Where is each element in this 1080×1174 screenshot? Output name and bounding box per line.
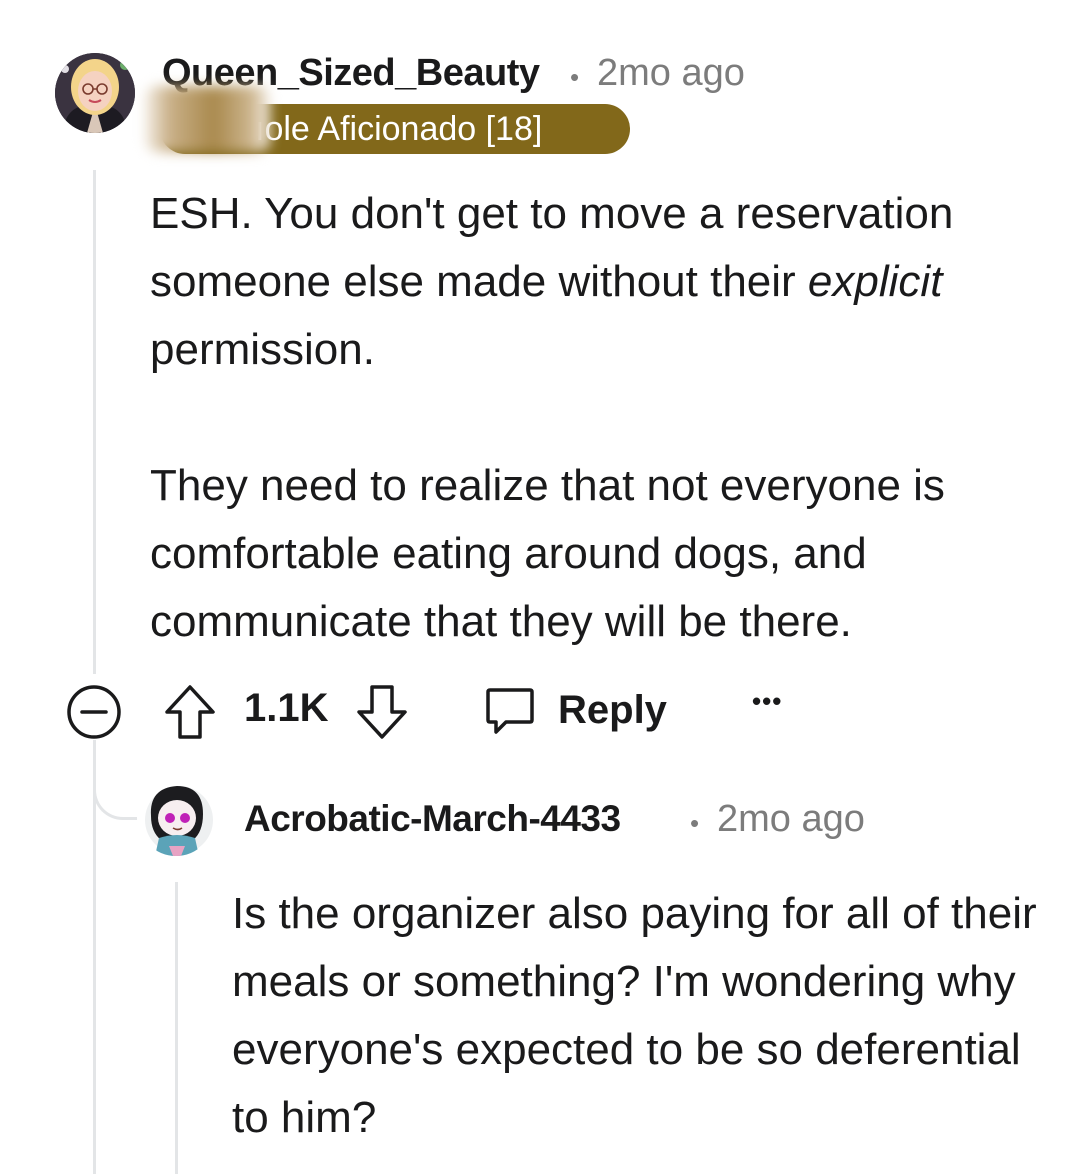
more-options-icon: ••• bbox=[752, 686, 783, 716]
comment-paragraph: Is the organizer also paying for all of … bbox=[232, 889, 1037, 1142]
comment-body: ESH. You don't get to move a reservation… bbox=[150, 180, 1050, 656]
more-options-button[interactable]: ••• bbox=[752, 686, 782, 717]
redaction-blur bbox=[145, 86, 270, 152]
avatar[interactable] bbox=[55, 53, 135, 133]
thread-line[interactable] bbox=[93, 170, 96, 674]
user-avatar-image bbox=[137, 776, 215, 856]
emphasis-text: explicit bbox=[807, 257, 943, 306]
downvote-arrow-icon bbox=[357, 685, 407, 739]
text-run: permission. bbox=[150, 325, 375, 374]
upvote-arrow-icon bbox=[165, 685, 215, 739]
thread-line[interactable] bbox=[93, 740, 96, 1174]
reply-connector bbox=[93, 740, 143, 820]
chat-bubble-icon bbox=[486, 688, 534, 734]
flair-label: ıole Aficionado [18] bbox=[255, 110, 543, 148]
downvote-button[interactable] bbox=[354, 682, 410, 742]
collapse-button[interactable] bbox=[66, 684, 122, 740]
separator-dot: • bbox=[570, 62, 580, 92]
avatar[interactable] bbox=[137, 776, 215, 856]
comment-action-bar: 1.1K Reply ••• bbox=[66, 680, 826, 742]
timestamp[interactable]: 2mo ago bbox=[597, 52, 745, 95]
vote-count: 1.1K bbox=[244, 686, 329, 731]
vote-count-text: 1.1K bbox=[244, 686, 329, 730]
upvote-button[interactable] bbox=[162, 682, 218, 742]
comment-paragraph: They need to realize that not everyone i… bbox=[150, 461, 945, 646]
collapse-icon bbox=[67, 685, 121, 739]
username[interactable]: Acrobatic-March-4433 bbox=[244, 798, 621, 840]
reply-label: Reply bbox=[558, 687, 667, 732]
user-avatar-image bbox=[55, 53, 135, 133]
comment-paragraph: ESH. You don't get to move a reservation… bbox=[150, 180, 1050, 384]
separator-dot: • bbox=[690, 808, 700, 838]
reply-thread-line[interactable] bbox=[175, 882, 178, 1174]
reply-button[interactable]: Reply bbox=[482, 682, 667, 738]
timestamp[interactable]: 2mo ago bbox=[717, 798, 865, 841]
comment-body: Is the organizer also paying for all of … bbox=[232, 880, 1052, 1152]
